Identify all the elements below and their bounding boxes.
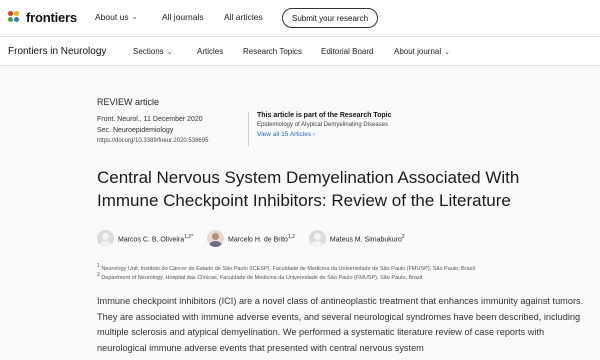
abstract-text: Immune checkpoint inhibitors (ICI) are a… (97, 296, 584, 353)
article-meta: Front. Neurol., 11 December 2020 Sec. Ne… (97, 114, 208, 147)
author-item[interactable]: Mateus M. Simabukuro2 (308, 230, 405, 247)
global-nav: frontiers About us ⌄ All journals All ar… (0, 0, 600, 36)
nav-sections[interactable]: Sections ⌄ (133, 47, 173, 56)
nav-editorial-board-label: Editorial Board (321, 47, 374, 56)
chevron-down-icon: ⌄ (131, 14, 138, 21)
view-all-articles-label: View all 15 Articles (257, 131, 312, 138)
author-item[interactable]: Marcelo H. de Brito1,2 (207, 230, 295, 247)
avatar-placeholder-icon (97, 230, 114, 247)
doi-link[interactable]: https://doi.org/10.3389/fneur.2020.53869… (97, 136, 208, 147)
affiliation-number: 2 (97, 272, 100, 278)
nav-articles-label: Articles (197, 47, 224, 56)
avatar (207, 230, 225, 247)
author-affiliation-sup: 2 (401, 233, 405, 240)
affiliation-item: 1 Neurology Unit, Instituto do Câncer do… (97, 263, 475, 272)
nav-about-journal[interactable]: About journal ⌄ (394, 47, 450, 56)
chevron-down-icon: ⌄ (444, 48, 451, 56)
author-name-text: Marcelo H. de Brito (228, 236, 288, 244)
research-topic-box: This article is part of the Research Top… (248, 112, 391, 146)
affiliation-text: Neurology Unit, Instituto do Câncer do E… (101, 265, 475, 272)
nav-articles-label: All articles (224, 12, 263, 22)
author-affiliation-sup: 1,2 (287, 233, 295, 240)
chevron-right-icon: › (312, 131, 316, 138)
nav-all-articles[interactable]: All articles (224, 12, 263, 22)
chevron-down-icon: ⌄ (166, 48, 173, 56)
author-name: Mateus M. Simabukuro2 (330, 234, 405, 243)
research-topic-title[interactable]: Epidemiology of Atypical Demyelinating D… (257, 122, 391, 128)
journal-section[interactable]: Sec. Neuroepidemiology (97, 125, 208, 136)
brand-name: frontiers (26, 10, 77, 25)
article-title: Central Nervous System Demyelination Ass… (97, 168, 520, 210)
article-type: REVIEW article (97, 97, 160, 107)
frontiers-logo-icon (8, 10, 22, 25)
affiliation-number: 1 (97, 263, 100, 269)
nav-research-topics[interactable]: Research Topics (243, 47, 302, 56)
author-name-text: Marcos C. B. Oliveira (118, 236, 185, 244)
affiliation-text: Department of Neurology, Hospital das Cl… (101, 274, 423, 281)
affiliation-item: 2 Department of Neurology, Hospital das … (97, 272, 422, 281)
author-name: Marcelo H. de Brito1,2 (228, 234, 295, 243)
nav-all-journals[interactable]: All journals (162, 12, 204, 22)
view-all-articles-link[interactable]: View all 15 Articles › (257, 131, 391, 138)
author-item[interactable]: Marcos C. B. Oliveira1,2* (97, 230, 193, 247)
nav-about-journal-label: About journal (394, 47, 442, 56)
frontiers-logo[interactable]: frontiers (8, 10, 77, 25)
journal-date: Front. Neurol., 11 December 2020 (97, 116, 203, 123)
journal-nav: Frontiers in Neurology Sections ⌄ Articl… (0, 36, 600, 66)
submit-research-button[interactable]: Submit your research (282, 8, 378, 28)
nav-articles[interactable]: Articles (197, 47, 223, 56)
nav-about-label: About us (95, 12, 129, 22)
nav-journals-label: All journals (162, 12, 204, 22)
nav-sections-label: Sections (133, 47, 164, 56)
research-topic-heading: This article is part of the Research Top… (257, 112, 392, 119)
author-affiliation-sup: 1,2* (184, 233, 194, 240)
journal-title[interactable]: Frontiers in Neurology (8, 46, 106, 57)
article-main: REVIEW article Front. Neurol., 11 Decemb… (0, 66, 600, 360)
nav-editorial-board[interactable]: Editorial Board (321, 47, 373, 56)
nav-about-us[interactable]: About us ⌄ (95, 12, 137, 22)
author-name-text: Mateus M. Simabukuro (329, 236, 402, 244)
author-list: Marcos C. B. Oliveira1,2* Marcelo H. de … (97, 230, 419, 247)
avatar-placeholder-icon (308, 230, 326, 247)
author-name: Marcos C. B. Oliveira1,2* (118, 234, 193, 243)
nav-research-topics-label: Research Topics (243, 47, 302, 56)
